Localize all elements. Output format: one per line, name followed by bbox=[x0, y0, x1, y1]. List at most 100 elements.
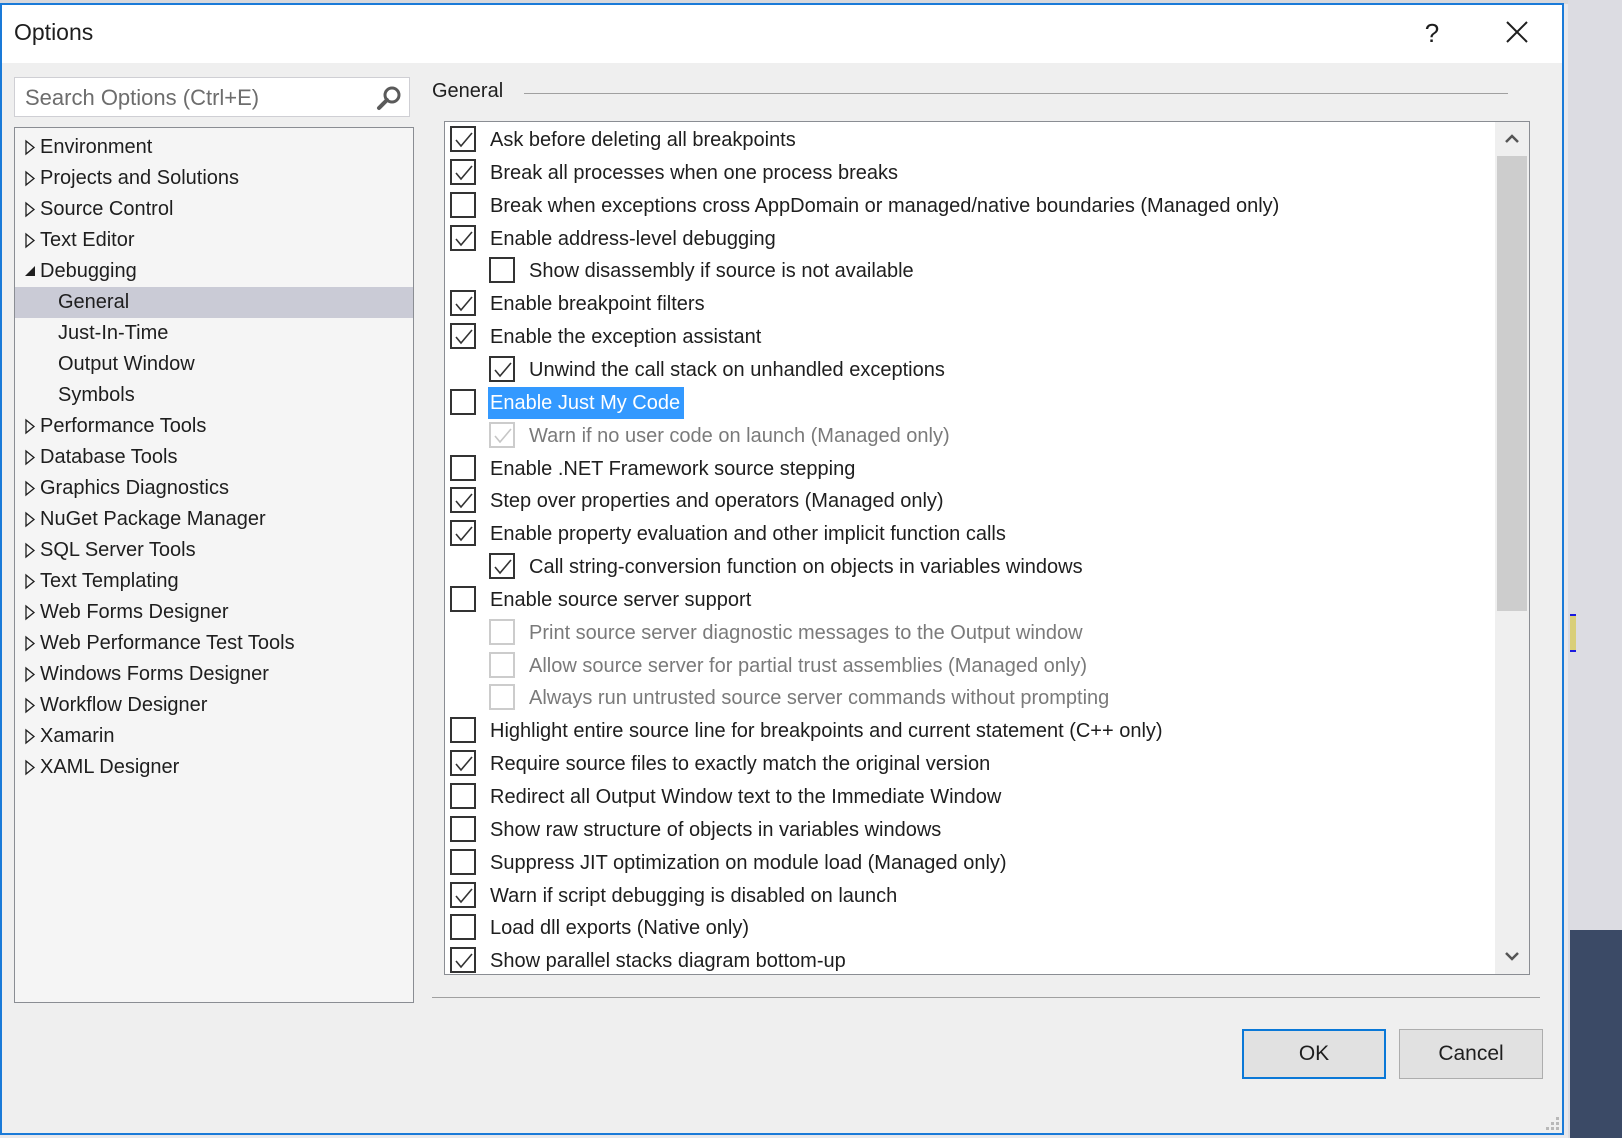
tree-item-label: Projects and Solutions bbox=[40, 167, 240, 189]
tree-item[interactable]: Workflow Designer bbox=[15, 690, 413, 721]
vertical-scrollbar[interactable] bbox=[1495, 122, 1529, 974]
options-tree: Environment Projects and Solutions Source … bbox=[14, 127, 414, 1003]
option-label: Suppress JIT optimization on module load… bbox=[490, 851, 1007, 874]
collapsed-arrow-icon[interactable] bbox=[23, 442, 37, 473]
option-checkbox[interactable] bbox=[450, 487, 476, 514]
option-checkbox[interactable] bbox=[450, 126, 476, 152]
tree-item[interactable]: SQL Server Tools bbox=[15, 535, 413, 566]
collapsed-arrow-icon[interactable] bbox=[23, 473, 37, 504]
option-checkbox[interactable] bbox=[450, 717, 476, 744]
chevron-down-icon bbox=[1505, 952, 1519, 961]
checkmark-icon bbox=[494, 362, 512, 378]
tree-item[interactable]: Environment bbox=[15, 132, 413, 163]
option-checkbox bbox=[489, 618, 515, 645]
tree-item-label: Workflow Designer bbox=[40, 694, 208, 716]
scroll-up-button[interactable] bbox=[1495, 122, 1529, 156]
option-checkbox[interactable] bbox=[450, 290, 476, 317]
tree-item[interactable]: Web Forms Designer bbox=[15, 597, 413, 628]
option-checkbox[interactable] bbox=[450, 224, 476, 251]
option-checkbox[interactable] bbox=[489, 355, 515, 382]
collapsed-arrow-icon[interactable] bbox=[23, 194, 37, 225]
option-checkbox[interactable] bbox=[450, 520, 476, 547]
tree-item[interactable]: Text Templating bbox=[15, 566, 413, 597]
tree-item[interactable]: Debugging bbox=[15, 256, 413, 287]
option-checkbox bbox=[489, 651, 515, 678]
option-checkbox[interactable] bbox=[450, 848, 476, 875]
collapsed-arrow-icon[interactable] bbox=[23, 566, 37, 597]
tree-item[interactable]: Source Control bbox=[15, 194, 413, 225]
option-checkbox[interactable] bbox=[450, 750, 476, 777]
tree-item[interactable]: Xamarin bbox=[15, 721, 413, 752]
collapsed-arrow-icon[interactable] bbox=[23, 163, 37, 194]
collapsed-arrow-icon[interactable] bbox=[23, 628, 37, 659]
search-box bbox=[14, 77, 410, 117]
option-checkbox[interactable] bbox=[450, 454, 476, 481]
tree-item[interactable]: Performance Tools bbox=[15, 411, 413, 442]
option-checkbox[interactable] bbox=[450, 323, 476, 350]
scroll-thumb[interactable] bbox=[1497, 156, 1527, 611]
option-label: Show disassembly if source is not availa… bbox=[529, 260, 914, 283]
close-icon bbox=[1506, 21, 1528, 43]
option-checkbox[interactable] bbox=[450, 585, 476, 612]
tree-item[interactable]: Output Window bbox=[15, 349, 413, 380]
option-label: Redirect all Output Window text to the I… bbox=[490, 786, 1002, 808]
checkmark-icon bbox=[494, 428, 512, 443]
tree-item[interactable]: Graphics Diagnostics bbox=[15, 473, 413, 504]
scroll-down-button[interactable] bbox=[1495, 940, 1529, 974]
title-bar: Options ? bbox=[2, 5, 1562, 63]
tree-item-label: SQL Server Tools bbox=[40, 539, 196, 561]
search-input[interactable] bbox=[23, 82, 367, 114]
option-checkbox[interactable] bbox=[450, 914, 476, 941]
option-label: Ask before deleting all breakpoints bbox=[490, 129, 796, 151]
tree-item-label: Source Control bbox=[40, 198, 174, 220]
tree-item[interactable]: XAML Designer bbox=[15, 752, 413, 783]
option-label: Print source server diagnostic messages … bbox=[529, 621, 1083, 644]
option-label: Allow source server for partial trust as… bbox=[529, 654, 1087, 677]
tree-item[interactable]: General bbox=[15, 287, 413, 318]
tree-item[interactable]: Database Tools bbox=[15, 442, 413, 473]
option-checkbox[interactable] bbox=[450, 815, 476, 842]
tree-item[interactable]: Windows Forms Designer bbox=[15, 659, 413, 690]
collapsed-arrow-icon[interactable] bbox=[23, 659, 37, 690]
help-button[interactable]: ? bbox=[1412, 13, 1452, 53]
collapsed-arrow-icon[interactable] bbox=[23, 597, 37, 628]
resize-grip-icon[interactable] bbox=[1546, 1117, 1560, 1131]
option-checkbox[interactable] bbox=[450, 947, 476, 974]
collapsed-arrow-icon[interactable] bbox=[23, 225, 37, 256]
tree-item[interactable]: NuGet Package Manager bbox=[15, 504, 413, 535]
option-label: Enable .NET Framework source stepping bbox=[490, 457, 856, 480]
option-checkbox[interactable] bbox=[450, 783, 476, 809]
collapsed-arrow-icon[interactable] bbox=[23, 752, 37, 783]
tree-item[interactable]: Just-In-Time bbox=[15, 318, 413, 349]
close-button[interactable] bbox=[1492, 13, 1542, 53]
collapsed-arrow-icon[interactable] bbox=[23, 535, 37, 566]
collapsed-arrow-icon[interactable] bbox=[23, 132, 37, 163]
search-icon[interactable] bbox=[375, 84, 403, 112]
collapsed-arrow-icon[interactable] bbox=[23, 690, 37, 721]
option-label: Show parallel stacks diagram bottom-up bbox=[490, 950, 846, 973]
option-checkbox[interactable] bbox=[489, 553, 515, 580]
option-label: Show raw structure of objects in variabl… bbox=[490, 818, 942, 841]
cancel-button[interactable]: Cancel bbox=[1399, 1029, 1543, 1079]
ok-button[interactable]: OK bbox=[1242, 1029, 1386, 1079]
option-label: Enable the exception assistant bbox=[490, 326, 762, 349]
tree-item-label: Windows Forms Designer bbox=[40, 663, 269, 685]
option-checkbox[interactable] bbox=[450, 881, 476, 908]
expanded-arrow-icon[interactable] bbox=[23, 256, 37, 287]
option-checkbox[interactable] bbox=[450, 191, 476, 218]
tree-item[interactable]: Web Performance Test Tools bbox=[15, 628, 413, 659]
collapsed-arrow-icon[interactable] bbox=[23, 721, 37, 752]
background-app-panel bbox=[1570, 930, 1622, 1138]
tree-item-label: Web Forms Designer bbox=[40, 601, 229, 623]
option-checkbox[interactable] bbox=[489, 257, 515, 284]
option-checkbox[interactable] bbox=[450, 158, 476, 185]
tree-item[interactable]: Text Editor bbox=[15, 225, 413, 256]
tree-item[interactable]: Symbols bbox=[15, 380, 413, 411]
tree-item[interactable]: Projects and Solutions bbox=[15, 163, 413, 194]
checkmark-icon bbox=[455, 493, 473, 509]
option-checkbox[interactable] bbox=[450, 388, 476, 415]
collapsed-arrow-icon[interactable] bbox=[23, 411, 37, 442]
collapsed-arrow-icon[interactable] bbox=[23, 504, 37, 535]
option-label: Always run untrusted source server comma… bbox=[529, 687, 1110, 710]
background-app-marker bbox=[1570, 614, 1576, 652]
